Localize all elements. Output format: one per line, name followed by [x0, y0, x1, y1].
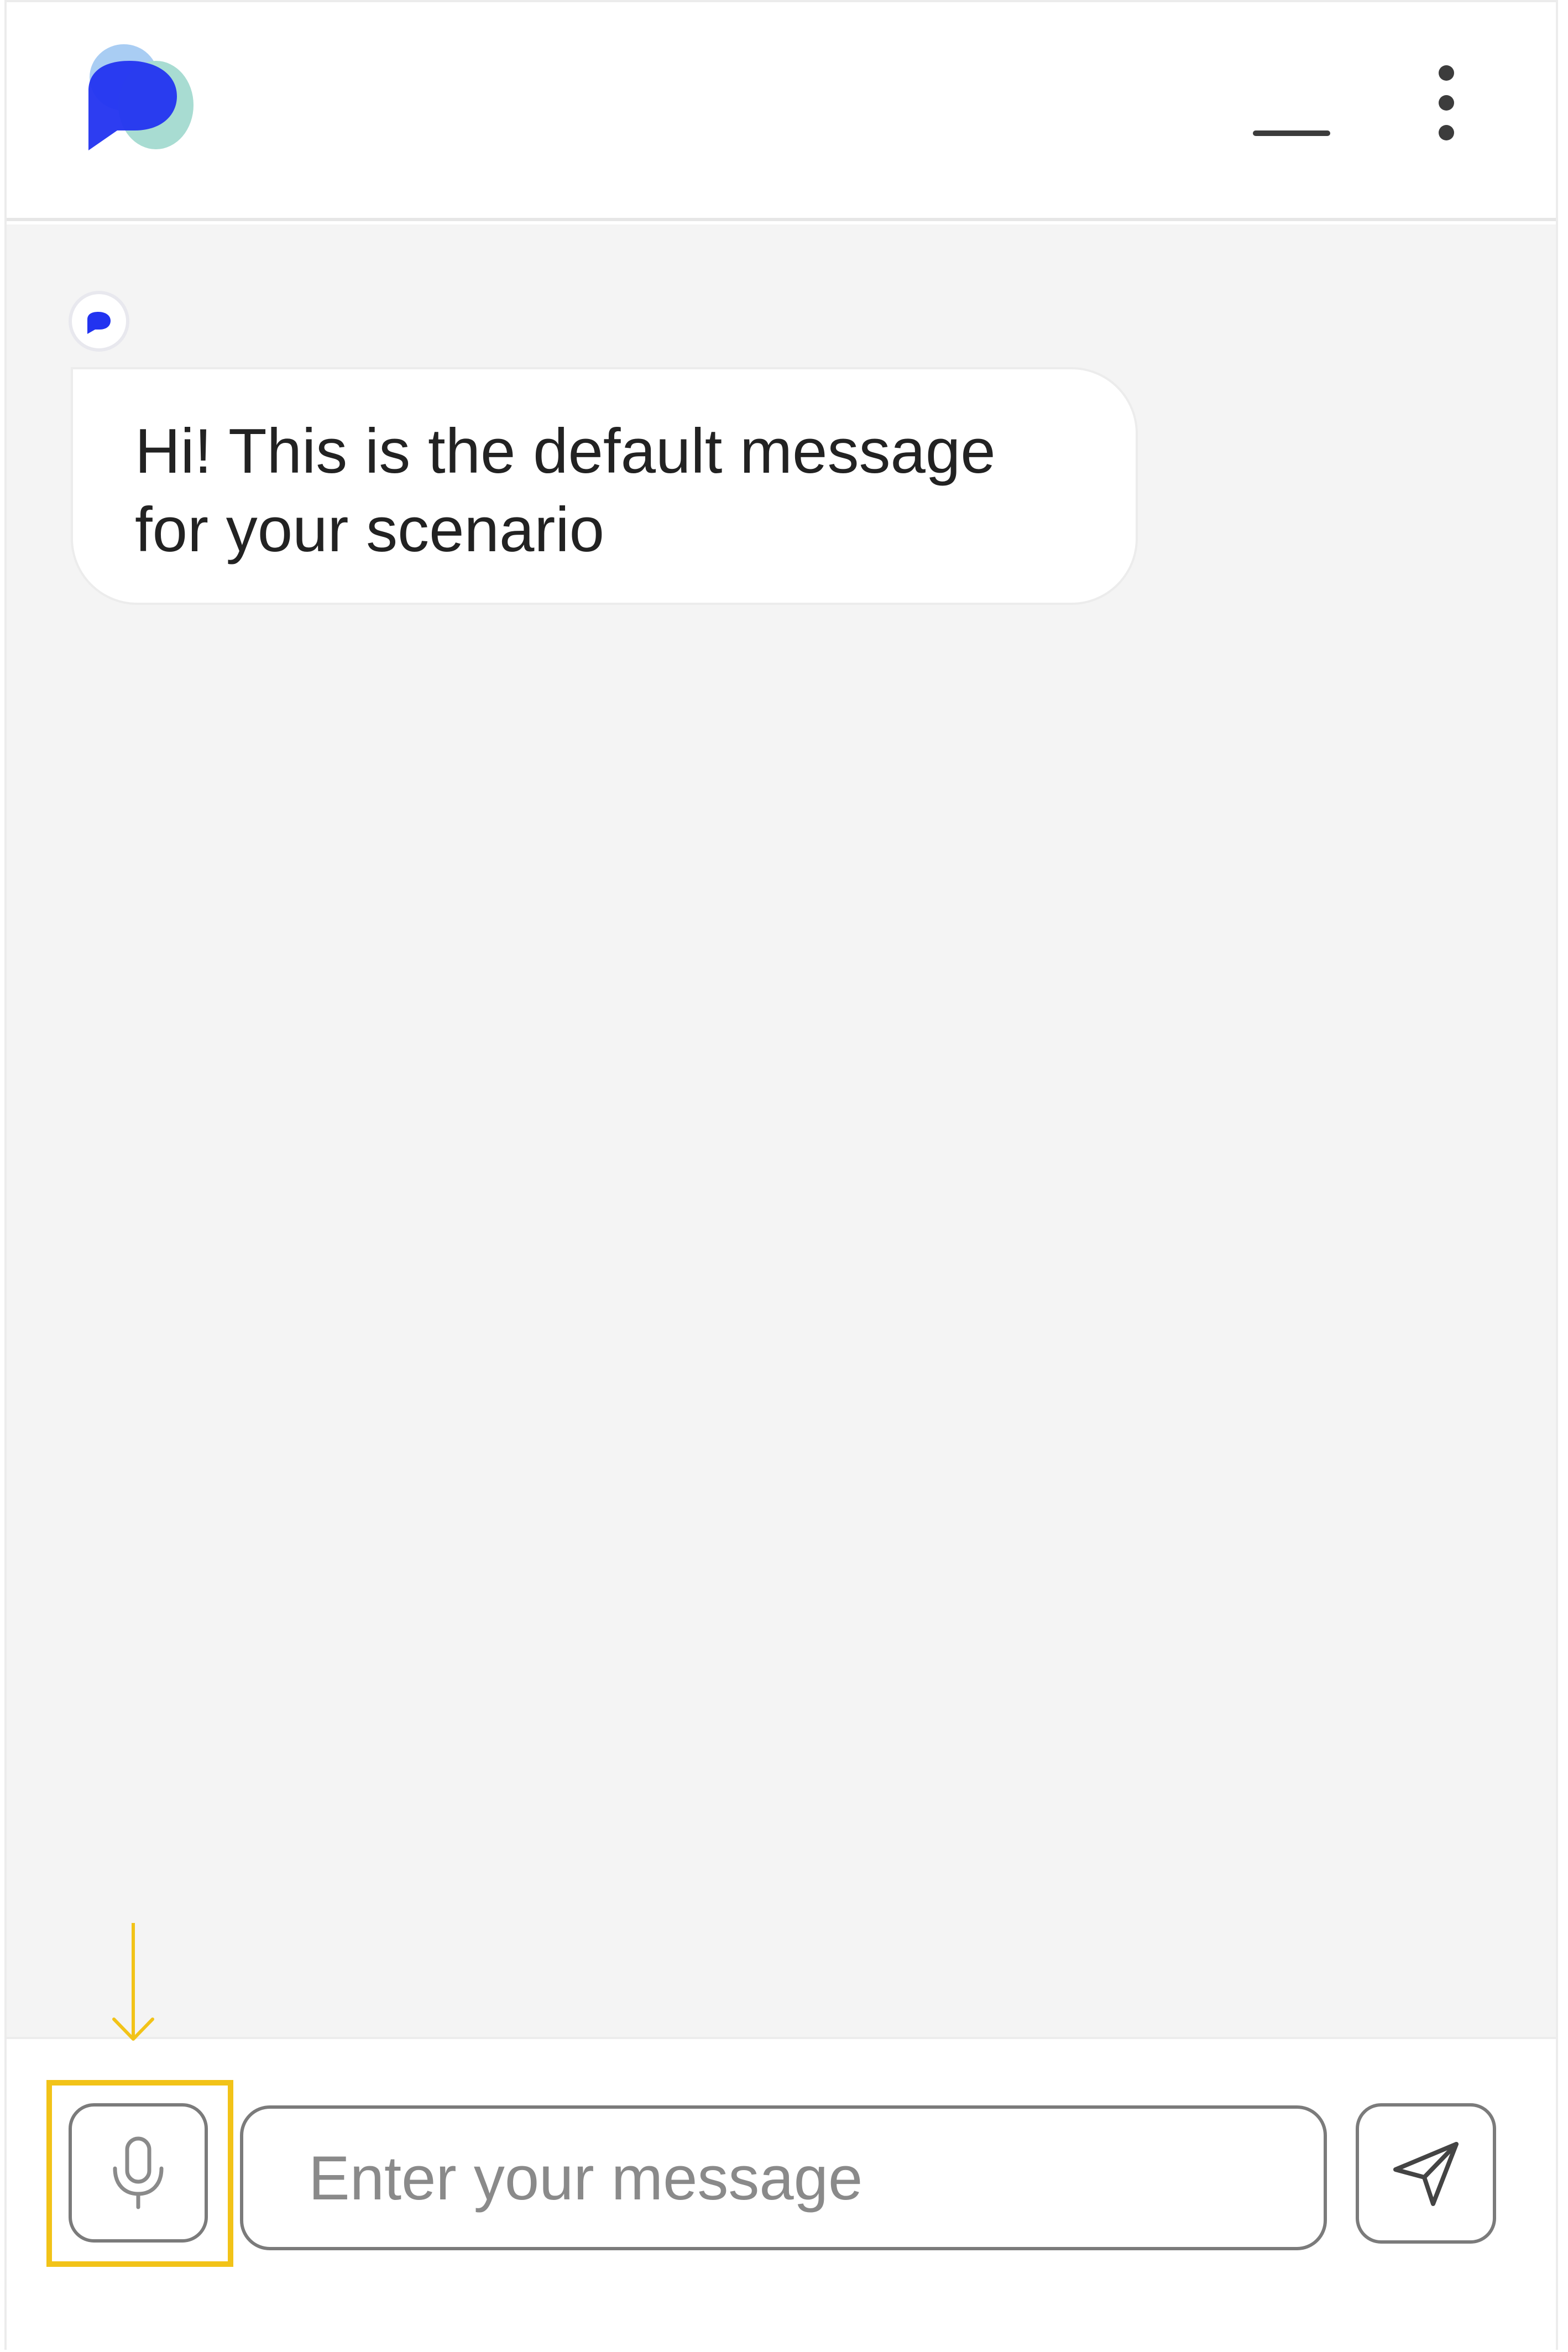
send-icon — [1393, 2142, 1459, 2206]
microphone-button[interactable] — [69, 2103, 208, 2243]
message-text: Hi! This is the default message for your… — [135, 416, 996, 565]
conversation-area[interactable]: Hi! This is the default message for your… — [7, 224, 1556, 2037]
brand-logo-icon — [88, 44, 194, 150]
more-options-button[interactable] — [1411, 58, 1483, 146]
bot-message-bubble: Hi! This is the default message for your… — [71, 367, 1138, 605]
kebab-dot — [1439, 95, 1454, 111]
speech-bubble-logo-icon — [87, 312, 111, 334]
microphone-icon — [113, 2136, 164, 2209]
minimize-button[interactable] — [1240, 102, 1339, 168]
kebab-menu-icon — [1439, 65, 1454, 81]
send-button[interactable] — [1356, 2103, 1496, 2244]
chat-widget: Hi! This is the default message for your… — [4, 0, 1558, 2352]
message-input[interactable] — [240, 2105, 1327, 2250]
down-arrow-icon — [112, 1923, 154, 2041]
minimize-icon — [1253, 130, 1330, 136]
chat-header — [7, 2, 1556, 221]
bot-avatar — [69, 291, 129, 352]
kebab-dot — [1439, 125, 1454, 140]
message-composer — [7, 2037, 1556, 2352]
